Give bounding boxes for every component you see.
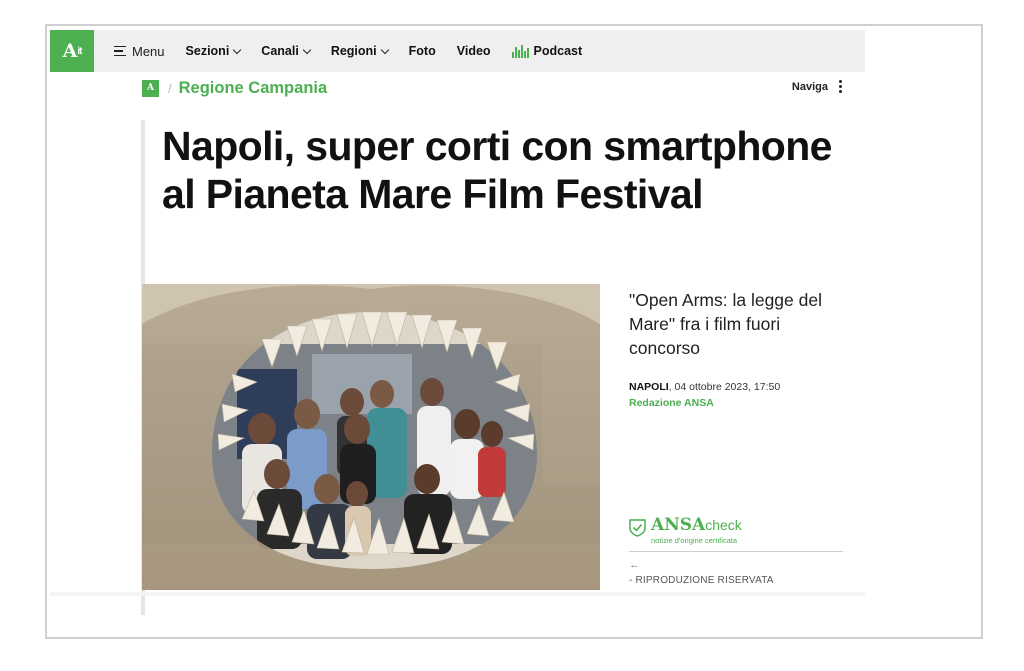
ansacheck-text: ANSAcheck notizie d'origine certificata [651, 515, 742, 546]
back-arrow-icon[interactable]: ← [629, 559, 640, 571]
dateline-location: NAPOLI [629, 381, 669, 393]
hamburger-icon [114, 45, 126, 57]
breadcrumb-separator: / [168, 80, 172, 96]
ansacheck-suffix: check [705, 517, 742, 533]
ansa-small-logo[interactable]: A [142, 79, 159, 97]
chevron-down-icon [233, 45, 242, 54]
podcast-waveform-icon [511, 44, 529, 58]
nav-item-sezioni[interactable]: Sezioni [186, 44, 242, 58]
menu-label: Menu [132, 43, 165, 59]
nav-item-canali[interactable]: Canali [261, 44, 312, 58]
ansa-logo[interactable]: Ait [50, 30, 94, 72]
breadcrumb: A / Regione Campania Naviga [142, 78, 842, 98]
menu-button[interactable]: Menu [114, 44, 165, 59]
nav-item-regioni[interactable]: Regioni [331, 44, 389, 58]
article-dateline: NAPOLI, 04 ottobre 2023, 17:50 [629, 381, 780, 393]
breadcrumb-section-link[interactable]: Regione Campania [179, 79, 328, 98]
article-subtitle: "Open Arms: la legge del Mare" fra i fil… [629, 290, 822, 358]
article-photo[interactable] [142, 284, 600, 590]
top-navbar: Ait Menu Sezioni Canali Regioni Foto Vid… [50, 30, 865, 72]
article-author-link[interactable]: Redazione ANSA [629, 397, 714, 409]
chevron-down-icon [380, 45, 389, 54]
ansacheck-tagline: notizie d'origine certificata [651, 536, 738, 545]
ansacheck-badge[interactable]: ANSAcheck notizie d'origine certificata [629, 517, 742, 545]
kebab-menu-icon [839, 80, 842, 93]
dateline-datetime: , 04 ottobre 2023, 17:50 [668, 381, 781, 393]
page-bottom-strip [50, 592, 865, 596]
nav-item-podcast[interactable]: Podcast [511, 44, 582, 58]
rights-reserved-text: - RIPRODUZIONE RISERVATA [629, 575, 774, 586]
nav-item-video[interactable]: Video [457, 44, 491, 58]
shield-check-icon [629, 519, 646, 537]
divider-line [629, 551, 843, 552]
article-headline: Napoli, super corti con smartphone al Pi… [162, 123, 832, 217]
naviga-button[interactable]: Naviga [792, 80, 842, 93]
ansacheck-brand: ANSA [651, 515, 706, 535]
shark-jaw-photo [142, 284, 600, 590]
nav-item-foto[interactable]: Foto [409, 44, 436, 58]
chevron-down-icon [302, 45, 312, 54]
